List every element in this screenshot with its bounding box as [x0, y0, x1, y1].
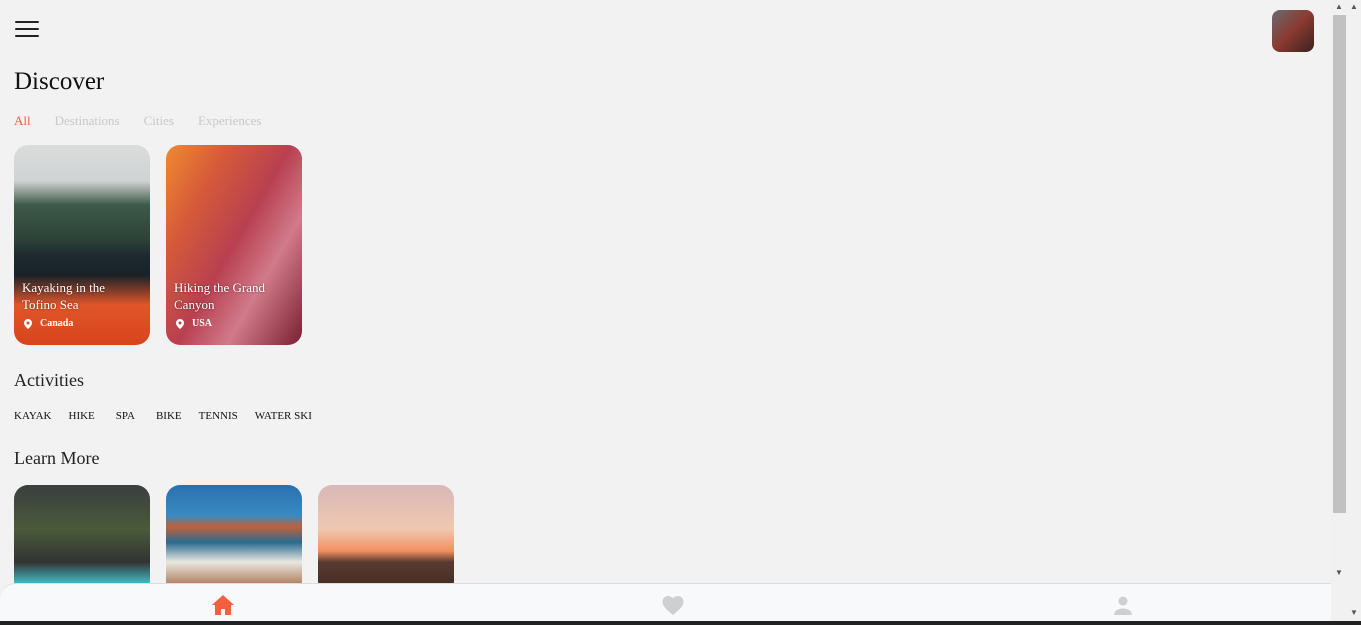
home-icon[interactable] [211, 594, 235, 616]
activity-spa[interactable]: SPA [116, 410, 135, 422]
user-icon[interactable] [1111, 594, 1135, 616]
user-avatar[interactable] [1272, 10, 1314, 52]
activities-heading: Activities [14, 370, 84, 390]
hamburger-menu-icon[interactable] [15, 21, 39, 39]
category-tabs: All Destinations Cities Experiences [14, 113, 262, 129]
outer-scrollbar-track[interactable] [1348, 0, 1361, 621]
scrollbar-thumb[interactable] [1333, 15, 1346, 513]
tab-experiences[interactable]: Experiences [198, 113, 262, 129]
outer-scroll-down-arrow-icon[interactable]: ▼ [1350, 608, 1358, 617]
card-title: Hiking the Grand Canyon [174, 280, 265, 312]
page-title: Discover [14, 68, 105, 95]
window-bottom-edge [0, 621, 1361, 625]
scroll-up-arrow-icon[interactable]: ▲ [1335, 2, 1343, 11]
learn-more-card[interactable] [166, 485, 302, 595]
learn-more-heading: Learn More [14, 448, 100, 468]
card-location: USA [192, 318, 213, 329]
activity-bike[interactable]: BIKE [156, 410, 182, 422]
scroll-down-arrow-icon[interactable]: ▼ [1335, 568, 1343, 577]
activity-tennis[interactable]: TENNIS [199, 410, 238, 422]
tab-destinations[interactable]: Destinations [55, 113, 120, 129]
location-pin-icon [176, 318, 184, 329]
tab-cities[interactable]: Cities [144, 113, 174, 129]
activities-list: KAYAK HIKE SPA BIKE TENNIS WATER SKI [14, 410, 329, 422]
discover-card[interactable]: Hiking the Grand Canyon USA [166, 145, 302, 345]
tab-all[interactable]: All [14, 113, 31, 129]
activity-hike[interactable]: HIKE [69, 410, 95, 422]
learn-more-card[interactable] [318, 485, 454, 595]
activity-water-ski[interactable]: WATER SKI [255, 410, 312, 422]
card-title: Kayaking in the Tofino Sea [22, 280, 106, 312]
outer-scroll-up-arrow-icon[interactable]: ▲ [1350, 2, 1358, 11]
activity-kayak[interactable]: KAYAK [14, 410, 52, 422]
location-pin-icon [24, 318, 32, 329]
bottom-nav [0, 583, 1348, 621]
discover-card[interactable]: Kayaking in the Tofino Sea Canada [14, 145, 150, 345]
heart-icon[interactable] [661, 594, 685, 616]
card-location: Canada [40, 318, 74, 329]
learn-more-card[interactable] [14, 485, 150, 595]
